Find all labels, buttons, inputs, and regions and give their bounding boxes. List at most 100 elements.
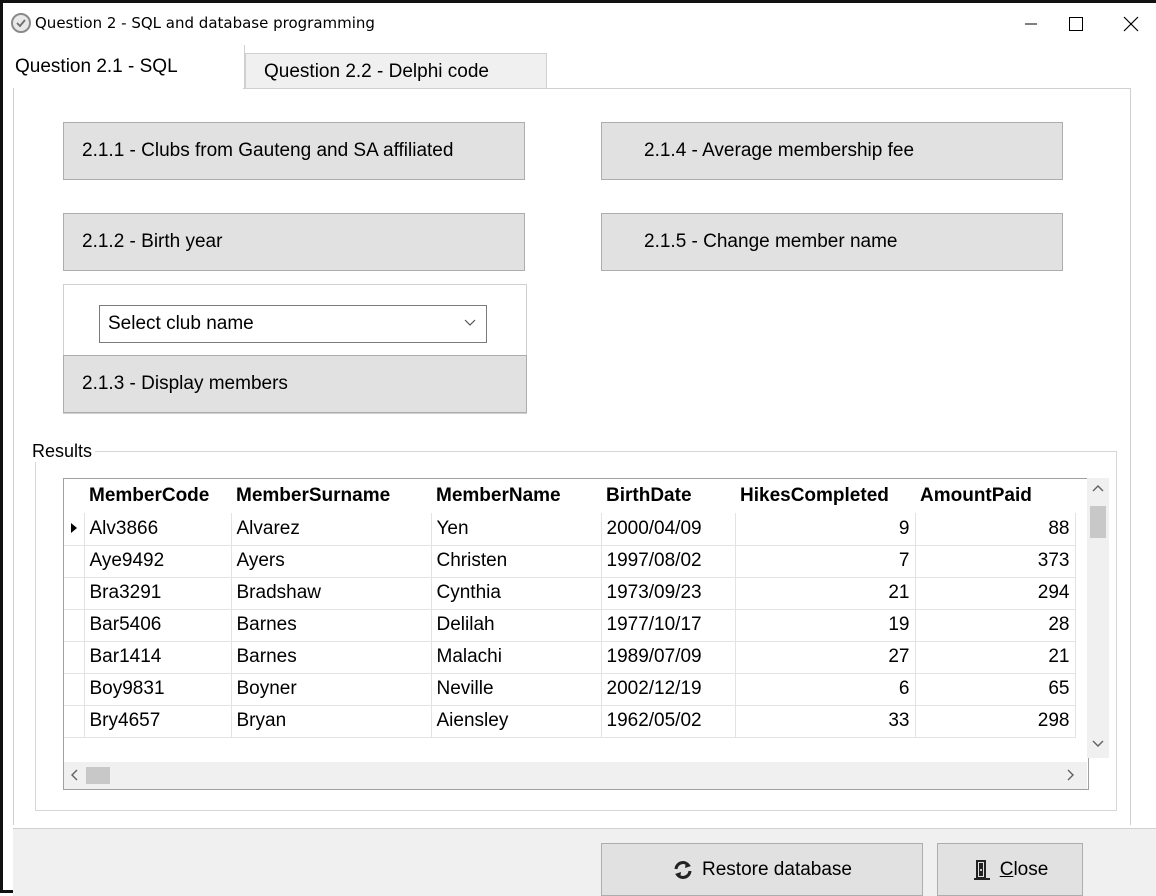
club-name-select[interactable]: Select club name [99, 305, 487, 343]
tab-strip: Question 2.1 - SQL Question 2.2 - Delphi… [5, 45, 1148, 89]
window-title: Question 2 - SQL and database programmin… [35, 14, 375, 32]
table-cell[interactable]: 1997/08/02 [601, 545, 736, 578]
row-indicator[interactable] [64, 545, 85, 578]
table-row[interactable]: Bar1414 Barnes Malachi 1989/07/09 27 21 [64, 641, 1076, 674]
minimize-icon [1024, 23, 1037, 25]
table-header-row: MemberCode MemberSurname MemberName Birt… [64, 479, 1075, 513]
change-member-name-button[interactable]: 2.1.5 - Change member name [601, 213, 1063, 271]
average-fee-button[interactable]: 2.1.4 - Average membership fee [601, 122, 1063, 180]
table-row[interactable]: Bry4657 Bryan Aiensley 1962/05/02 33 298 [64, 705, 1076, 738]
row-indicator[interactable] [64, 577, 85, 610]
chevron-down-icon[interactable] [1092, 740, 1104, 748]
table-cell[interactable]: Malachi [431, 641, 602, 674]
results-grid[interactable]: MemberCode MemberSurname MemberName Birt… [63, 478, 1089, 790]
column-header[interactable]: MemberName [431, 479, 601, 513]
row-indicator[interactable] [64, 705, 85, 738]
table-row[interactable]: Bar5406 Barnes Delilah 1977/10/17 19 28 [64, 609, 1076, 642]
table-cell[interactable]: 1989/07/09 [601, 641, 736, 674]
table-cell[interactable]: Aye9492 [84, 545, 232, 578]
maximize-button[interactable] [1048, 3, 1103, 45]
column-header[interactable]: HikesCompleted [735, 479, 915, 513]
table-cell[interactable]: Alv3866 [84, 513, 232, 546]
row-indicator[interactable] [64, 673, 85, 706]
table-cell[interactable]: Ayers [231, 545, 432, 578]
table-cell[interactable]: Delilah [431, 609, 602, 642]
table-row[interactable]: Alv3866 Alvarez Yen 2000/04/09 9 88 [64, 513, 1076, 546]
table-cell[interactable]: 2002/12/19 [601, 673, 736, 706]
table-cell[interactable]: 2000/04/09 [601, 513, 736, 546]
birth-year-button[interactable]: 2.1.2 - Birth year [63, 213, 525, 271]
column-header[interactable]: MemberSurname [231, 479, 431, 513]
table-cell[interactable]: Yen [431, 513, 602, 546]
table-row[interactable]: Bra3291 Bradshaw Cynthia 1973/09/23 21 294 [64, 577, 1076, 610]
row-indicator[interactable] [64, 609, 85, 642]
table-cell[interactable]: Boyner [231, 673, 432, 706]
close-button[interactable]: Close [937, 843, 1083, 896]
table-cell[interactable]: 19 [735, 609, 916, 642]
chevron-down-icon [464, 319, 476, 326]
table-cell[interactable]: Cynthia [431, 577, 602, 610]
table-cell[interactable]: 373 [915, 545, 1076, 578]
table-cell[interactable]: 21 [915, 641, 1076, 674]
table-cell[interactable]: Aiensley [431, 705, 602, 738]
close-label: Close [999, 858, 1049, 880]
row-indicator[interactable] [64, 641, 85, 674]
app-window: Question 2 - SQL and database programmin… [0, 0, 1156, 896]
table-row[interactable]: Boy9831 Boyner Neville 2002/12/19 6 65 [64, 673, 1076, 706]
table-cell[interactable]: 1973/09/23 [601, 577, 736, 610]
table-cell[interactable]: Barnes [231, 641, 432, 674]
column-header[interactable]: MemberCode [84, 479, 231, 513]
current-row-arrow-icon [70, 522, 77, 533]
row-indicator[interactable] [64, 513, 85, 546]
table-cell[interactable]: Bar1414 [84, 641, 232, 674]
horizontal-scroll-thumb[interactable] [86, 767, 110, 784]
table-cell[interactable]: Alvarez [231, 513, 432, 546]
tab-delphi-code[interactable]: Question 2.2 - Delphi code [245, 53, 547, 89]
restore-database-button[interactable]: Restore database [601, 843, 923, 896]
row-indicator-header [64, 479, 84, 513]
vertical-scrollbar[interactable] [1087, 478, 1109, 758]
table-cell[interactable]: Bar5406 [84, 609, 232, 642]
column-header[interactable]: BirthDate [601, 479, 735, 513]
table-cell[interactable]: 9 [735, 513, 916, 546]
table-cell[interactable]: 65 [915, 673, 1076, 706]
table-cell[interactable]: Bra3291 [84, 577, 232, 610]
table-cell[interactable]: 6 [735, 673, 916, 706]
chevron-right-icon[interactable] [1067, 769, 1075, 781]
restore-database-label: Restore database [702, 858, 852, 880]
chevron-left-icon[interactable] [70, 769, 78, 781]
title-bar[interactable]: Question 2 - SQL and database programmin… [3, 3, 1156, 45]
table-cell[interactable]: 21 [735, 577, 916, 610]
tab-sql[interactable]: Question 2.1 - SQL [5, 45, 245, 89]
table-cell[interactable]: Neville [431, 673, 602, 706]
table-cell[interactable]: 88 [915, 513, 1076, 546]
refresh-icon [674, 860, 692, 879]
tab-divider [243, 88, 1131, 89]
column-header[interactable]: AmountPaid [915, 479, 1075, 513]
horizontal-scrollbar[interactable] [64, 762, 1087, 789]
table-cell[interactable]: 298 [915, 705, 1076, 738]
table-cell[interactable]: 7 [735, 545, 916, 578]
table-cell[interactable]: 294 [915, 577, 1076, 610]
table-cell[interactable]: Boy9831 [84, 673, 232, 706]
table-cell[interactable]: Christen [431, 545, 602, 578]
close-icon [1123, 16, 1138, 32]
table-row[interactable]: Aye9492 Ayers Christen 1997/08/02 7 373 [64, 545, 1076, 578]
table-cell[interactable]: Bradshaw [231, 577, 432, 610]
results-table: MemberCode MemberSurname MemberName Birt… [64, 479, 1076, 738]
table-cell[interactable]: 28 [915, 609, 1076, 642]
table-cell[interactable]: 33 [735, 705, 916, 738]
table-cell[interactable]: Barnes [231, 609, 432, 642]
clubs-gauteng-button[interactable]: 2.1.1 - Clubs from Gauteng and SA affili… [63, 122, 525, 180]
close-window-button[interactable] [1103, 3, 1156, 45]
display-members-button[interactable]: 2.1.3 - Display members [63, 355, 527, 413]
table-cell[interactable]: 1977/10/17 [601, 609, 736, 642]
check-circle-icon [11, 13, 31, 33]
vertical-scroll-thumb[interactable] [1090, 506, 1106, 538]
table-cell[interactable]: 27 [735, 641, 916, 674]
table-cell[interactable]: Bry4657 [84, 705, 232, 738]
results-legend: Results [29, 441, 96, 462]
table-cell[interactable]: 1962/05/02 [601, 705, 736, 738]
table-cell[interactable]: Bryan [231, 705, 432, 738]
chevron-up-icon[interactable] [1092, 484, 1104, 492]
